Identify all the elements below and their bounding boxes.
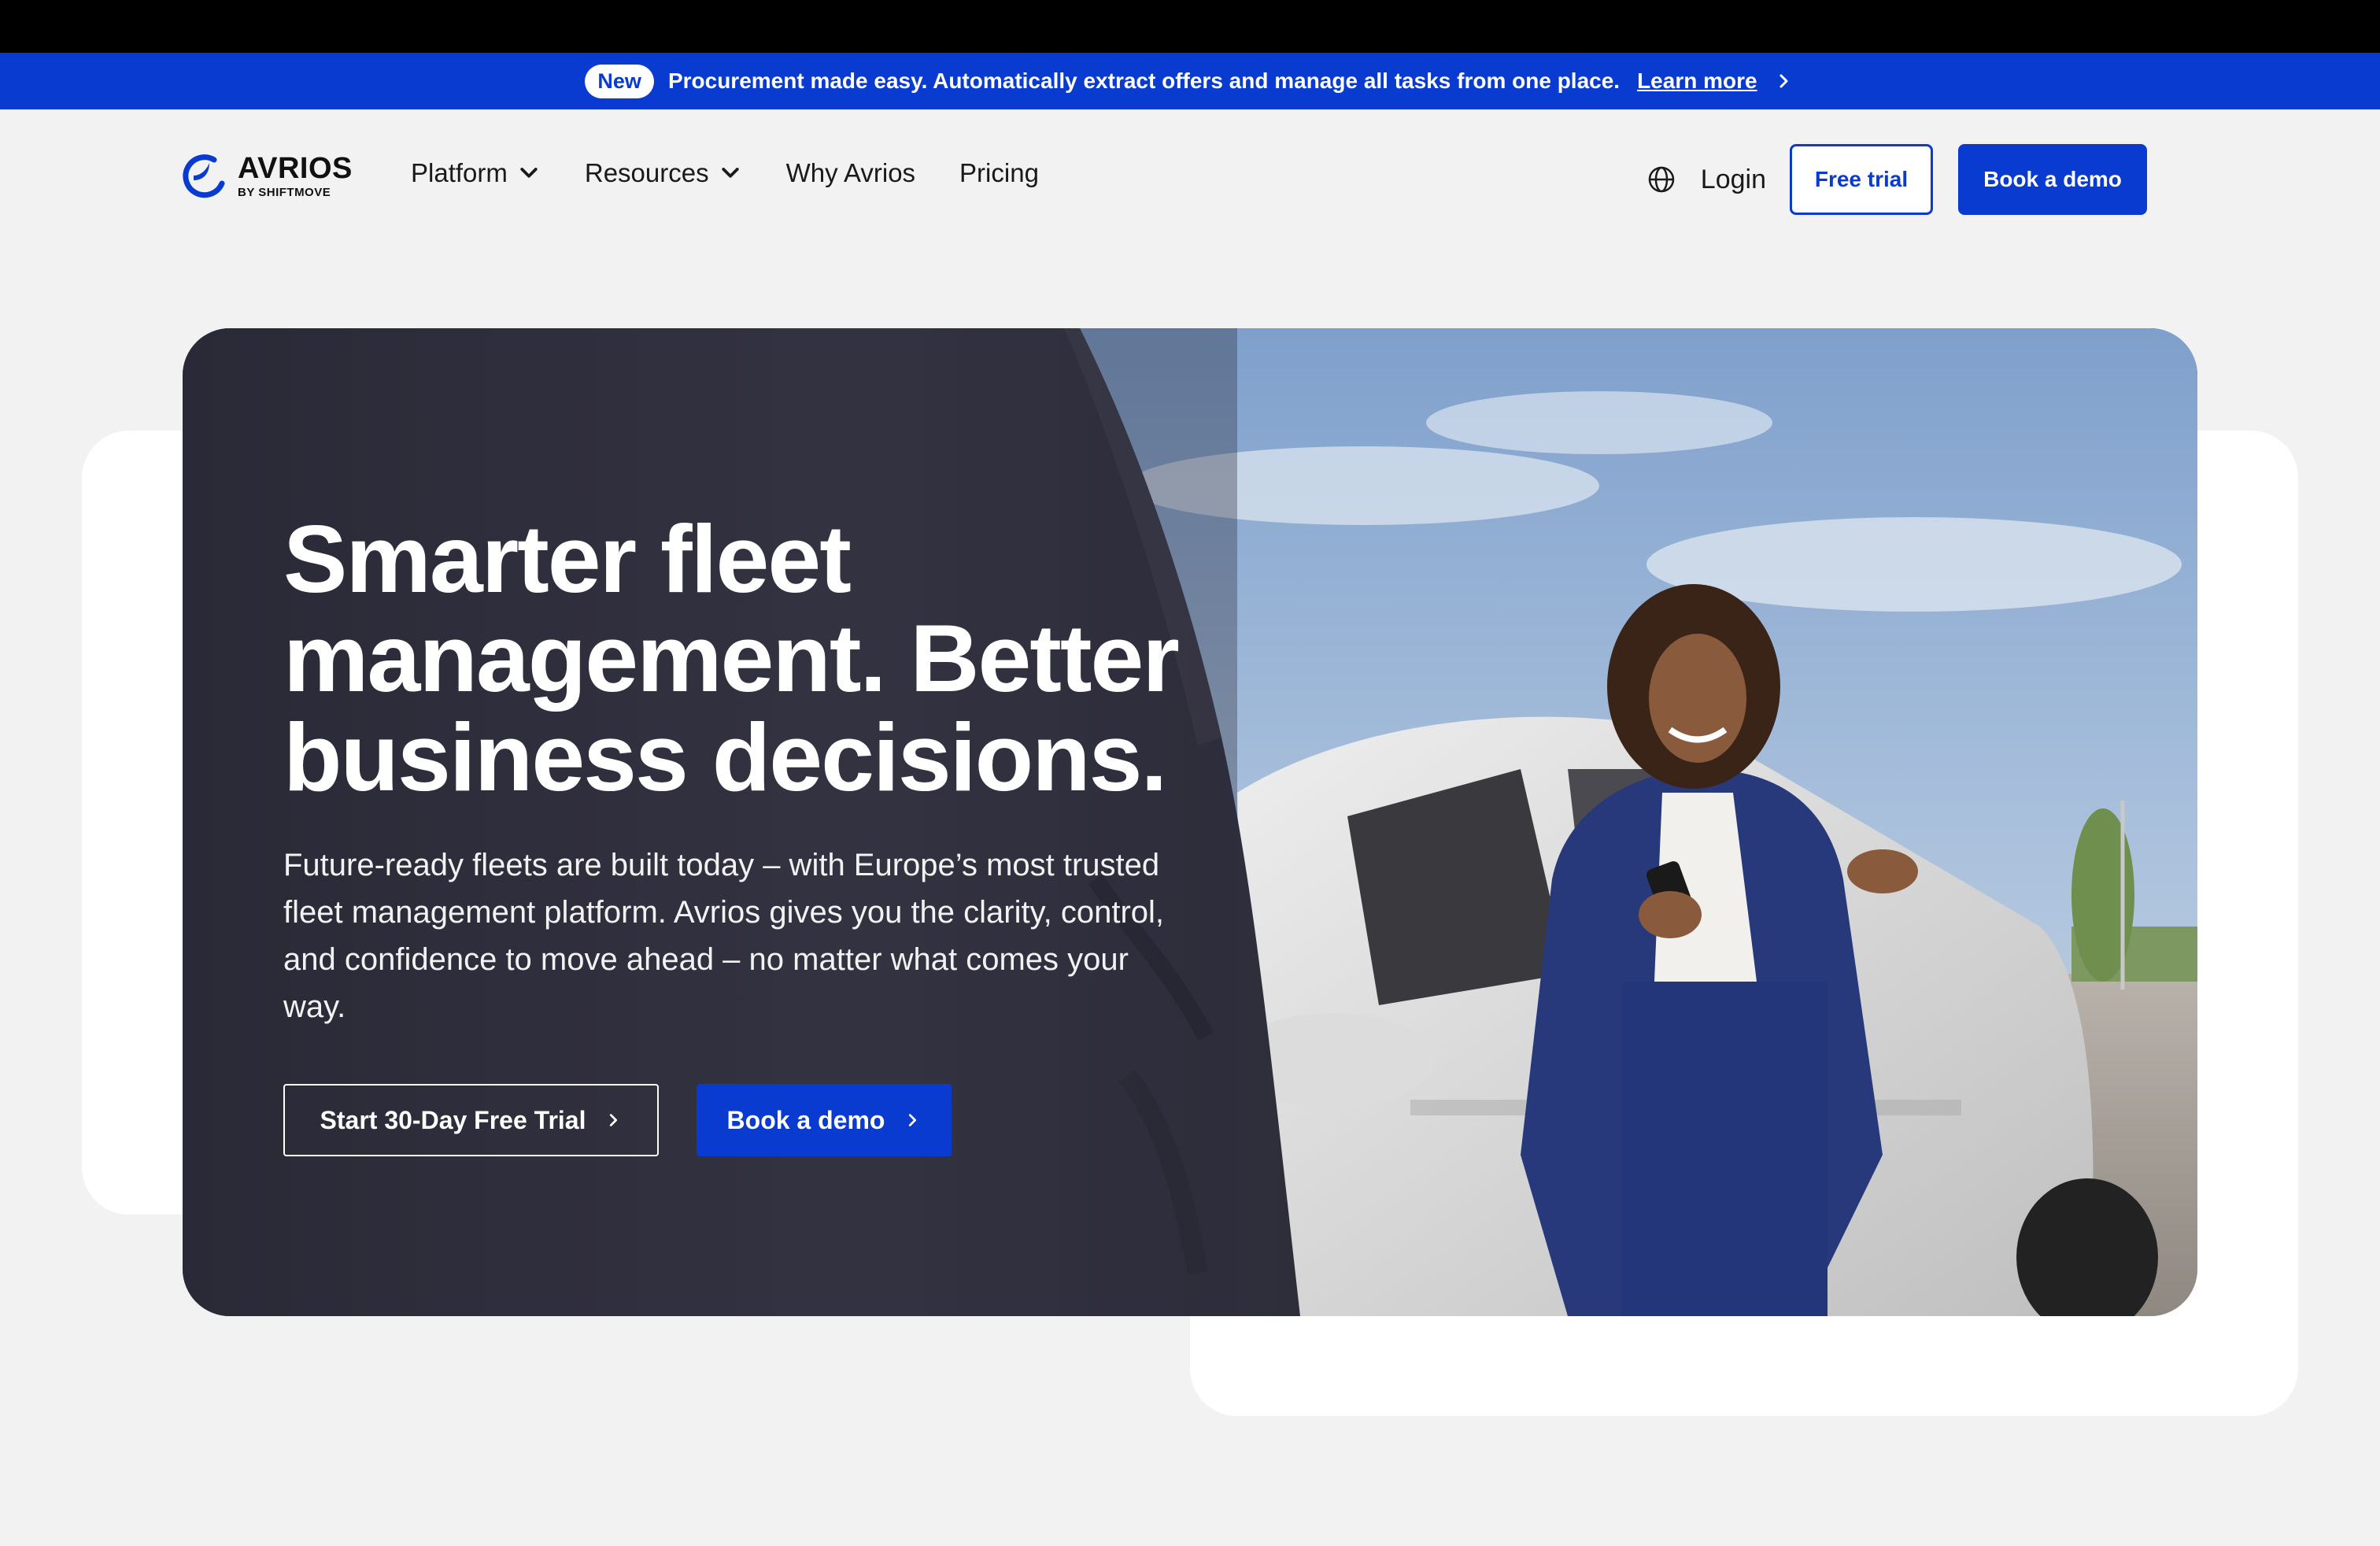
nav-item-why-avrios[interactable]: Why Avrios [786,158,915,188]
nav-item-resources[interactable]: Resources [585,158,742,188]
login-link[interactable]: Login [1701,165,1766,195]
announcement-bar: New Procurement made easy. Automatically… [0,53,2380,109]
book-demo-hero-button[interactable]: Book a demo [697,1084,952,1156]
globe-icon[interactable] [1646,164,1677,195]
headline-line: Smarter fleet [283,505,852,612]
hero-content: Smarter fleet management. Better busines… [283,509,1228,1156]
nav-item-label: Platform [411,158,508,187]
main-navigation: AVRIOS BY SHIFTMOVE Platform Resources W… [0,109,2380,250]
avrios-logo-icon [183,154,225,198]
brand-name: AVRIOS [238,151,353,185]
learn-more-link[interactable]: Learn more [1637,68,1757,94]
chevron-right-icon[interactable] [1772,69,1795,93]
free-trial-button[interactable]: Free trial [1790,144,1933,215]
cta-label: Start 30-Day Free Trial [320,1105,586,1134]
announcement-text: Procurement made easy. Automatically ext… [667,68,1621,93]
nav-item-label: Pricing [959,158,1039,187]
new-badge: New [585,64,654,98]
hero-subtext: Future-ready fleets are built today – wi… [283,848,1165,1024]
nav-item-pricing[interactable]: Pricing [959,158,1039,188]
start-free-trial-button[interactable]: Start 30-Day Free Trial [283,1084,659,1156]
nav-item-platform[interactable]: Platform [411,158,541,188]
brand-logo[interactable]: AVRIOS BY SHIFTMOVE [179,152,353,199]
chevron-right-icon [610,1114,618,1126]
nav-actions: Login Free trial Book a demo [1646,144,2147,215]
chevron-down-icon [520,168,538,178]
brand-sub: BY SHIFTMOVE [238,185,331,199]
hero-banner: Smarter fleet management. Better busines… [183,328,2197,1316]
chevron-down-icon [721,168,739,178]
headline-line: management. Better [283,605,1180,712]
nav-item-label: Why Avrios [785,158,916,187]
chevron-right-icon [909,1114,917,1126]
cta-label: Book a demo [726,1105,885,1134]
hero-headline: Smarter fleet management. Better busines… [283,509,1228,807]
headline-line: business decisions. [283,704,1167,811]
nav-menu: Platform Resources Why Avrios Pricing [411,158,1039,188]
top-black-bar [0,0,2380,53]
nav-item-label: Resources [584,158,709,187]
hero-cta-row: Start 30-Day Free Trial Book a demo [283,1084,1228,1156]
book-demo-nav-button[interactable]: Book a demo [1958,144,2147,215]
